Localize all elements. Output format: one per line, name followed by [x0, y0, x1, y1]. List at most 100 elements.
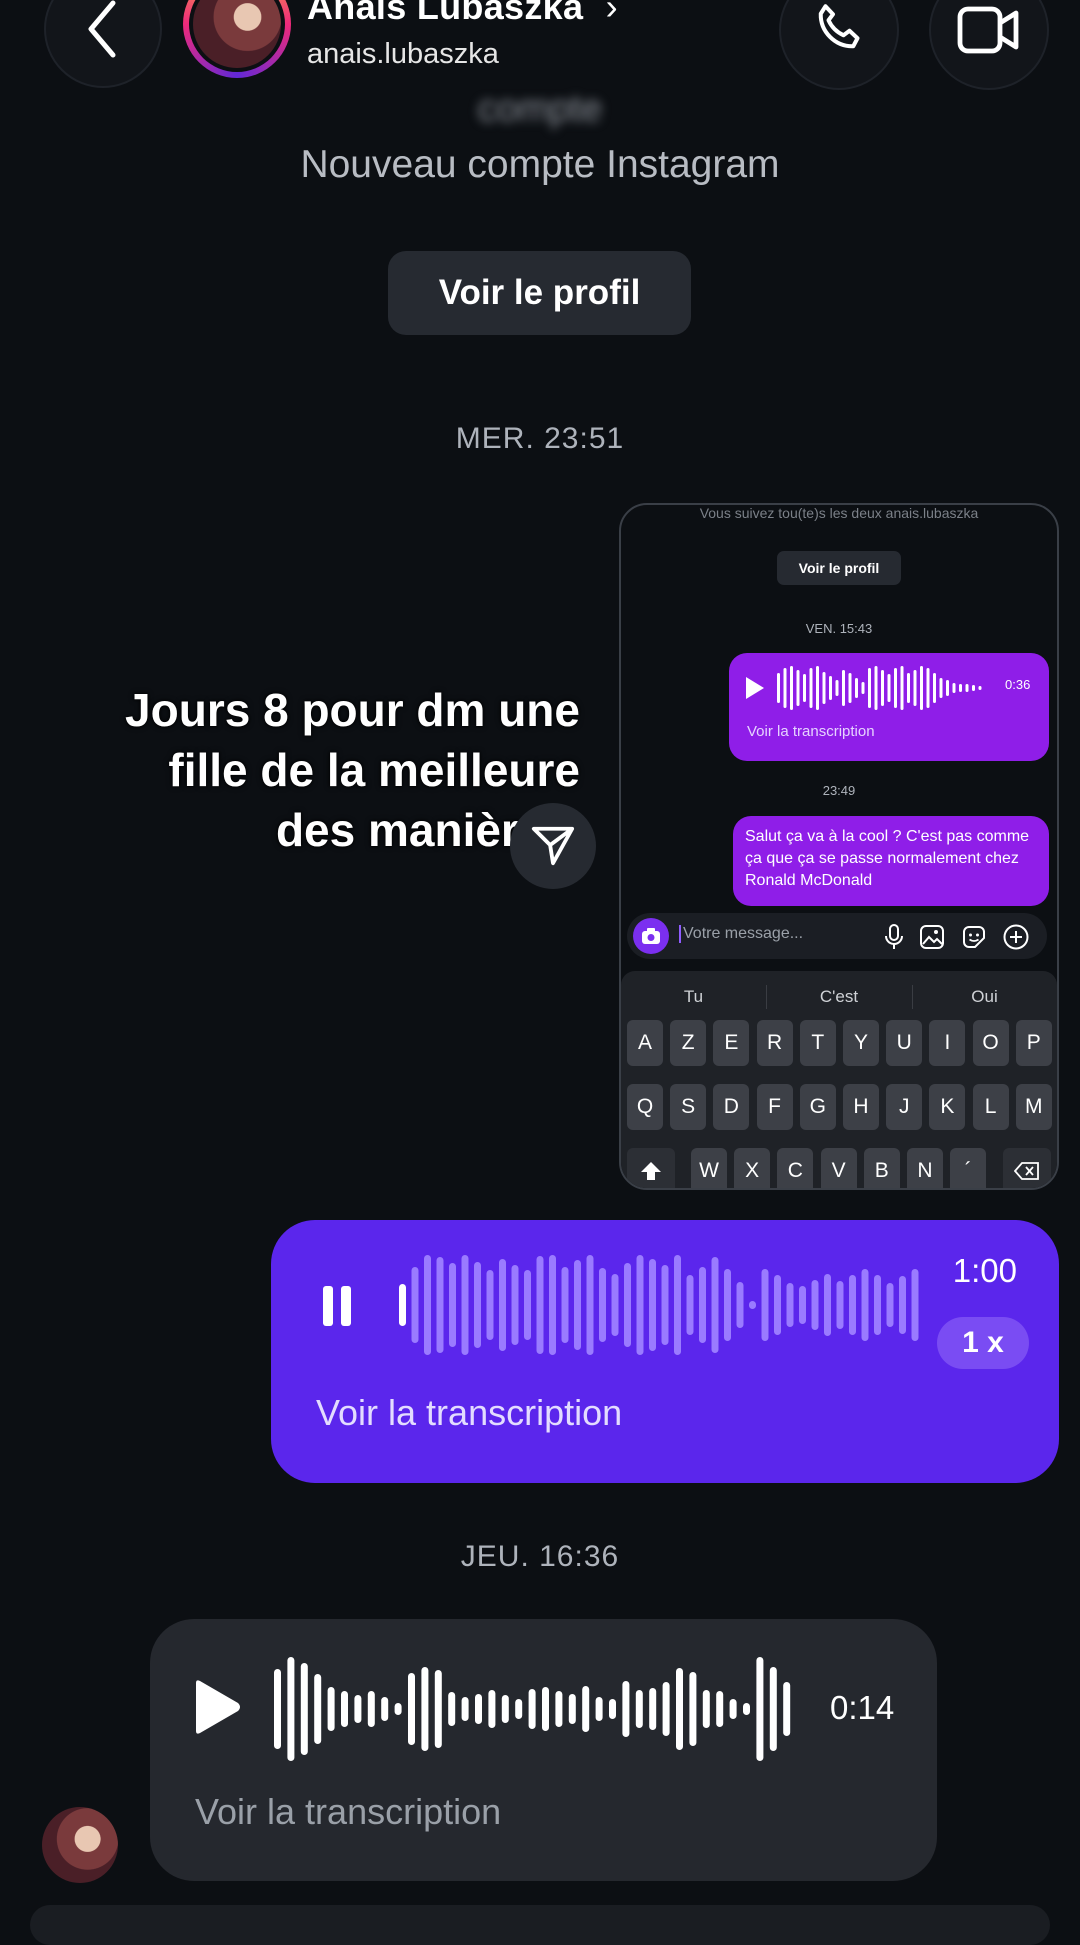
mini-voice-message: 0:36 Voir la transcription — [729, 653, 1049, 761]
keyboard-key: R — [756, 1020, 793, 1066]
keyboard-key: W — [691, 1148, 727, 1188]
waveform-bar — [874, 1275, 881, 1335]
play-icon — [746, 677, 764, 699]
waveform-bar — [524, 1270, 531, 1340]
waveform-bar — [287, 1657, 295, 1761]
keyboard-key: C — [777, 1148, 814, 1188]
video-call-button[interactable] — [929, 0, 1049, 90]
waveform-bar — [939, 678, 943, 698]
pause-icon[interactable] — [321, 1284, 353, 1328]
waveform-bar — [796, 670, 800, 706]
waveform-bar — [743, 1703, 750, 1715]
view-profile-button[interactable]: Voir le profil — [388, 251, 691, 335]
waveform-bar — [582, 1686, 590, 1732]
waveform-bar — [542, 1687, 549, 1731]
sender-avatar[interactable] — [42, 1807, 118, 1883]
mini-transcript-link: Voir la transcription — [747, 723, 875, 740]
waveform-bar — [799, 1286, 806, 1324]
share-button[interactable] — [510, 803, 596, 889]
sent-voice-message[interactable]: 1:00 1 x Voir la transcription — [271, 1220, 1059, 1483]
play-icon[interactable] — [190, 1679, 242, 1735]
keyboard-key: Z — [670, 1020, 707, 1066]
sticker-icon — [963, 926, 985, 948]
waveform-bar — [699, 1267, 706, 1343]
waveform — [399, 1255, 919, 1355]
waveform-bar — [341, 1691, 348, 1727]
waveform-bar — [399, 1284, 406, 1326]
waveform-bar — [861, 682, 865, 694]
received-voice-message[interactable]: 0:14 Voir la transcription — [150, 1619, 937, 1881]
transcript-link[interactable]: Voir la transcription — [316, 1392, 622, 1434]
waveform-bar — [461, 1697, 469, 1721]
message-composer[interactable] — [30, 1905, 1050, 1945]
waveform-bar — [886, 1283, 894, 1327]
profile-avatar[interactable] — [183, 0, 291, 78]
keyboard-key: N — [907, 1148, 943, 1188]
suggestion: Tu — [683, 987, 704, 1006]
waveform-bar — [946, 680, 949, 696]
playback-speed-button[interactable]: 1 x — [937, 1317, 1029, 1369]
waveform-bar — [965, 684, 969, 692]
mini-keyboard: Tu C'est Oui A Z E R T Y U I O P Q S D F G H J K L M W X C V B N ´ — [621, 971, 1057, 1188]
audio-call-button[interactable] — [779, 0, 899, 90]
waveform-bar — [829, 676, 832, 700]
waveform-bar — [394, 1703, 402, 1715]
waveform-bar — [488, 1690, 496, 1728]
waveform-bar — [729, 1699, 737, 1719]
keyboard-key: O — [972, 1020, 1009, 1066]
suggestion: Oui — [971, 987, 998, 1006]
suggestion: C'est — [819, 987, 859, 1006]
waveform-bar — [848, 673, 852, 703]
contact-name-row[interactable]: Anais Lubaszka › — [307, 0, 618, 28]
keyboard-key: S — [670, 1084, 707, 1130]
waveform-bar — [711, 1257, 719, 1353]
mini-input-placeholder: Votre message... — [679, 925, 803, 943]
waveform-bar — [635, 1690, 643, 1728]
back-button[interactable] — [44, 0, 162, 88]
waveform-bar — [595, 1697, 603, 1721]
keyboard-key: V — [820, 1148, 857, 1188]
waveform-bar — [824, 1274, 831, 1336]
waveform-bar — [536, 1256, 544, 1354]
waveform-bar — [549, 1255, 556, 1355]
mini-message-input: Votre message... — [627, 913, 1047, 959]
waveform-bar — [749, 1301, 756, 1309]
waveform-bar — [907, 673, 910, 703]
waveform-bar — [314, 1674, 322, 1744]
waveform-bar — [499, 1259, 506, 1351]
waveform-bar — [926, 668, 930, 708]
transcript-link[interactable]: Voir la transcription — [195, 1791, 501, 1833]
waveform-bar — [835, 680, 839, 696]
waveform-bar — [724, 1269, 731, 1341]
keyboard-key: B — [863, 1148, 900, 1188]
keyboard-key: M — [1015, 1084, 1052, 1130]
keyboard-key: A — [627, 1020, 663, 1066]
waveform-bar — [568, 1694, 576, 1724]
waveform-bar — [920, 666, 923, 710]
keyboard-key: L — [972, 1084, 1009, 1130]
waveform-bar — [978, 686, 982, 690]
waveform-bar — [855, 678, 858, 698]
plus-circle-icon — [1003, 924, 1029, 950]
waveform-bar — [874, 666, 878, 710]
waveform-bar — [894, 668, 897, 708]
mini-follow-text: Vous suivez tou(te)s les deux anais.luba… — [699, 505, 979, 521]
mini-text-message: Salut ça va à la cool ? C'est pas comme … — [733, 816, 1049, 906]
waveform-bar — [436, 1257, 444, 1353]
waveform-bar — [599, 1268, 606, 1342]
gallery-icon — [920, 925, 944, 949]
keyboard-key: J — [886, 1084, 923, 1130]
waveform-bar — [777, 673, 780, 703]
keyboard-key: K — [929, 1084, 966, 1130]
camera-icon — [633, 918, 669, 954]
waveform-bar — [689, 1672, 697, 1746]
waveform-bar — [842, 670, 845, 706]
voice-duration: 0:14 — [830, 1689, 895, 1726]
keyboard-key: G — [799, 1084, 836, 1130]
keyboard-key: T — [799, 1020, 836, 1066]
keyboard-key: ´ — [950, 1148, 987, 1188]
video-camera-icon — [957, 6, 1019, 54]
blurred-account-text: compte — [477, 88, 603, 130]
caption-line: Jours 8 pour dm une — [125, 684, 580, 736]
shared-screenshot[interactable]: Vous suivez tou(te)s les deux anais.luba… — [619, 503, 1059, 1190]
